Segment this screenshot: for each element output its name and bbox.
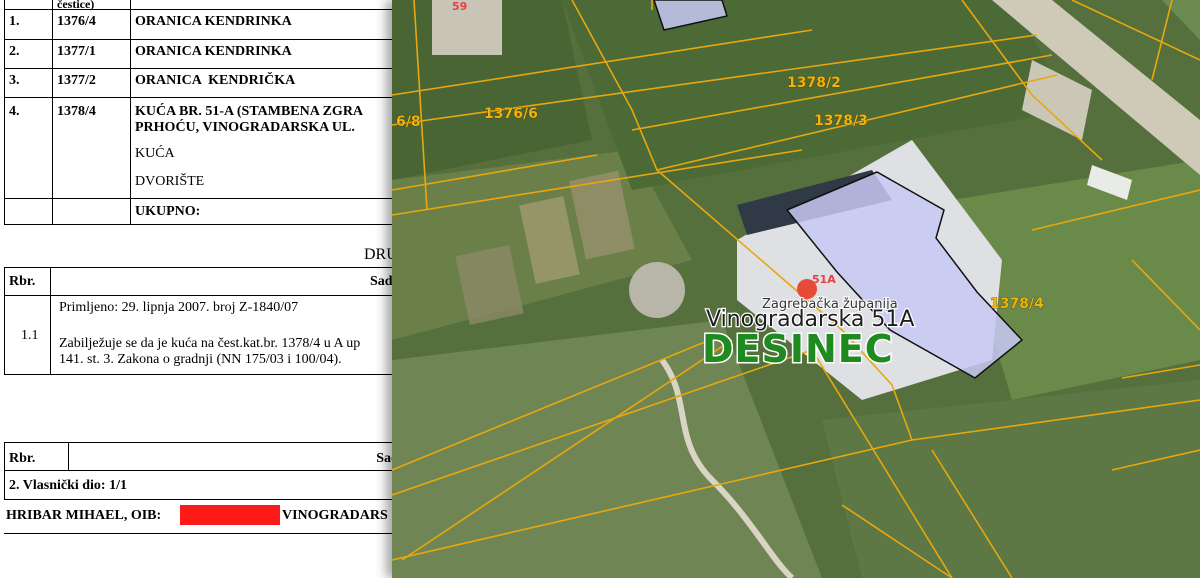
table-row: 2. 1377/1 ORANICA KENDRINKA [4,40,400,69]
pin-label[interactable]: 51A [812,273,836,286]
owner-address: VINOGRADARS [282,508,388,523]
parcel-label[interactable]: 1376/6 [484,106,538,123]
parcel-description: ORANICA KENDRINKA [135,44,292,59]
col-sadrzaj: Sadrž [370,274,400,289]
entry-number: 1.1 [5,296,51,374]
header-fragment: čestice) [53,0,131,10]
top-parcel-label[interactable]: 59 [452,0,467,13]
owners-header-row: Rbr. Sadr [4,442,400,471]
total-label: UKUPNO: [135,204,201,219]
description-line: PRHOĆU, VINOGRADARSKA UL. [135,120,355,135]
parcel-number: 1378/4 [53,98,131,198]
table-divider [4,533,400,534]
parcel-description: ORANICA KENDRIČKA [135,73,296,88]
redaction-box [180,505,280,525]
row-number: 3. [5,69,53,97]
entries-header-row: Rbr. Sadrž [4,267,400,296]
round-structure [629,262,685,318]
parcel-label[interactable]: 6/8 [396,114,421,131]
land-registry-document: čestice) 1. 1376/4 ORANICA KENDRINKA 2. … [0,0,400,578]
row-number: 2. [5,40,53,68]
place-label[interactable]: DESINEC [701,326,895,373]
col-rbr: Rbr. [5,268,51,295]
description-line: KUĆA BR. 51-A (STAMBENA ZGRA [135,104,364,119]
table-row-total: UKUPNO: [4,199,400,225]
owners-share-row: 2. Vlasnički dio: 1/1 [4,471,400,500]
parcel-number: 1377/1 [53,40,131,68]
entry-content: Primljeno: 29. lipnja 2007. broj Z-1840/… [51,296,400,374]
table-row: 3. 1377/2 ORANICA KENDRIČKA [4,69,400,98]
table-row: 4. 1378/4 KUĆA BR. 51-A (STAMBENA ZGRA P… [4,98,400,199]
map-canvas[interactable]: 1378/2 1378/3 1376/6 6/8 1378/4 59 51A Z… [392,0,1200,578]
ownership-share: 2. Vlasnički dio: 1/1 [9,478,127,493]
owner-name: HRIBAR MIHAEL, OIB: [6,508,162,523]
parcel-description-cell: KUĆA BR. 51-A (STAMBENA ZGRA PRHOĆU, VIN… [131,98,400,198]
description-subline: DVORIŠTE [135,174,205,189]
table-header-row: čestice) [4,0,400,10]
entry-text: Zabilježuje se da je kuća na čest.kat.br… [59,336,361,351]
table-row: 1. 1376/4 ORANICA KENDRINKA [4,10,400,40]
entry-received: Primljeno: 29. lipnja 2007. broj Z-1840/… [59,300,299,315]
parcel-description: ORANICA KENDRINKA [135,14,292,29]
row-number: 1. [5,10,53,39]
parcel-label[interactable]: 1378/3 [814,113,868,130]
parcel-label[interactable]: 1378/2 [787,75,841,92]
entries-row: 1.1 Primljeno: 29. lipnja 2007. broj Z-1… [4,296,400,375]
parcel-label[interactable]: 1378/4 [990,296,1045,313]
col-rbr: Rbr. [5,443,69,470]
entry-text: 141. st. 3. Zakona o gradnji (NN 175/03 … [59,352,342,367]
col-sadrzaj: Sadr [376,451,400,466]
parcel-number: 1377/2 [53,69,131,97]
description-subline: KUĆA [135,146,175,161]
cadastral-map[interactable]: 1378/2 1378/3 1376/6 6/8 1378/4 59 51A Z… [392,0,1200,578]
row-number: 4. [5,98,53,198]
parcel-number: 1376/4 [53,10,131,39]
